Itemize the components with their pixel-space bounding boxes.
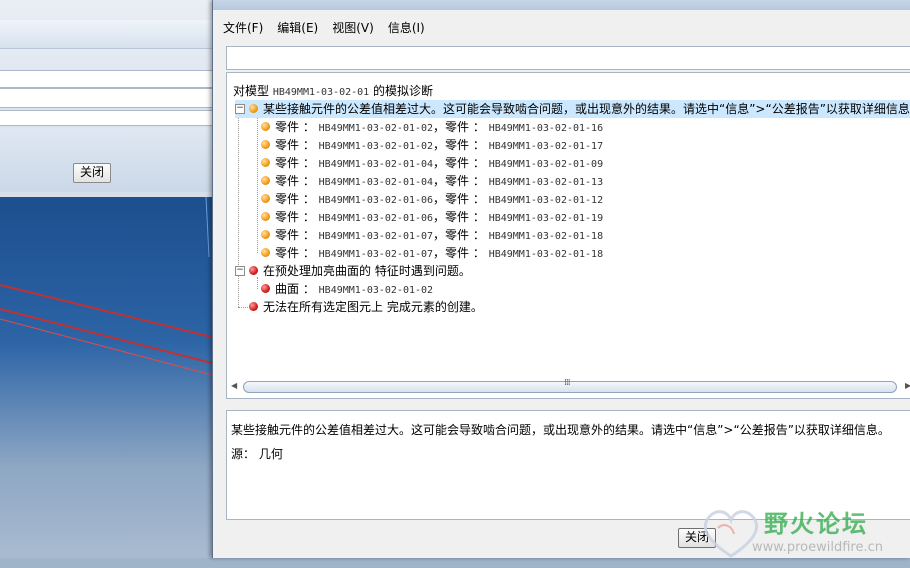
warning-icon — [261, 176, 270, 185]
dialog-body: 文件(F) 编辑(E) 视图(V) 信息(I) 对模型 HB49MM1-03-0… — [216, 10, 910, 558]
error-icon — [249, 266, 258, 275]
close-button[interactable]: 关闭 — [678, 528, 716, 548]
leaf-part-a: HB49MM1-03-02-01-04 — [318, 159, 434, 170]
leaf-part-a: HB49MM1-03-02-01-06 — [318, 195, 434, 206]
leaf-part-a: HB49MM1-03-02-01-02 — [318, 141, 434, 152]
leaf-prefix: 零件 ： — [275, 138, 315, 152]
menu-bar: 文件(F) 编辑(E) 视图(V) 信息(I) — [216, 16, 432, 40]
model-edge-blue — [205, 197, 210, 258]
menu-view[interactable]: 视图(V) — [325, 16, 381, 40]
error-icon — [261, 284, 270, 293]
tree-node-label: 无法在所有选定图元上 完成元素的创建。 — [263, 300, 483, 314]
background-field-2 — [0, 88, 212, 108]
menu-file[interactable]: 文件(F) — [216, 16, 270, 40]
model-edge-red-2 — [0, 308, 212, 364]
model-edge-red-1 — [0, 284, 212, 338]
tree-leaf-part-pair[interactable]: 零件 ： HB49MM1-03-02-01-06，零件 ： HB49MM1-03… — [261, 190, 603, 208]
dialog-titlebar[interactable] — [213, 0, 910, 10]
leaf-part-b: HB49MM1-03-02-01-18 — [488, 231, 604, 242]
diagnostics-tree[interactable]: 对模型 HB49MM1-03-02-01 的模拟诊断 − 某些接触元件的公差值相… — [226, 72, 910, 399]
leaf-part-b: HB49MM1-03-02-01-17 — [488, 141, 604, 152]
collapse-icon[interactable]: − — [235, 104, 245, 114]
leaf-separator: ，零件 ： — [433, 120, 485, 134]
tree-connector-group1 — [257, 115, 258, 253]
error-icon — [249, 302, 258, 311]
leaf-prefix: 零件 ： — [275, 210, 315, 224]
leaf-part-b: HB49MM1-03-02-01-16 — [488, 123, 604, 134]
background-field-1 — [0, 70, 212, 88]
tree-leaf-surface[interactable]: 曲面 ： HB49MM1-03-02-01-02 — [261, 280, 433, 298]
leaf-prefix: 零件 ： — [275, 228, 315, 242]
leaf-separator: ，零件 ： — [433, 156, 485, 170]
header-prefix: 对模型 — [233, 84, 270, 98]
leaf-part-b: HB49MM1-03-02-01-09 — [488, 159, 604, 170]
menu-info[interactable]: 信息(I) — [381, 16, 432, 40]
leaf-part-a: HB49MM1-03-02-01-07 — [318, 249, 434, 260]
warning-icon — [261, 122, 270, 131]
collapse-icon[interactable]: − — [235, 266, 245, 276]
leaf-surface-id: HB49MM1-03-02-01-02 — [318, 285, 434, 296]
model-viewport[interactable] — [0, 197, 212, 558]
warning-icon — [249, 104, 258, 113]
horizontal-scrollbar[interactable]: ◀ ⁞⁞⁞ ▶ — [229, 378, 910, 393]
leaf-prefix: 零件 ： — [275, 156, 315, 170]
leaf-prefix: 零件 ： — [275, 120, 315, 134]
leaf-part-b: HB49MM1-03-02-01-18 — [488, 249, 604, 260]
model-edge-red-3 — [0, 318, 212, 376]
leaf-prefix: 零件 ： — [275, 246, 315, 260]
tree-node-creation-error[interactable]: 无法在所有选定图元上 完成元素的创建。 — [249, 298, 483, 316]
tree-leaf-part-pair[interactable]: 零件 ： HB49MM1-03-02-01-07，零件 ： HB49MM1-03… — [261, 244, 603, 262]
leaf-part-a: HB49MM1-03-02-01-07 — [318, 231, 434, 242]
warning-icon — [261, 212, 270, 221]
tree-leaf-part-pair[interactable]: 零件 ： HB49MM1-03-02-01-02，零件 ： HB49MM1-03… — [261, 118, 603, 136]
leaf-part-a: HB49MM1-03-02-01-04 — [318, 177, 434, 188]
leaf-separator: ，零件 ： — [433, 138, 485, 152]
leaf-prefix: 零件 ： — [275, 192, 315, 206]
tree-leaf-part-pair[interactable]: 零件 ： HB49MM1-03-02-01-04，零件 ： HB49MM1-03… — [261, 172, 603, 190]
diagnostics-dialog: 文件(F) 编辑(E) 视图(V) 信息(I) 对模型 HB49MM1-03-0… — [212, 0, 910, 558]
scroll-right-icon[interactable]: ▶ — [905, 379, 910, 393]
tree-leaf-part-pair[interactable]: 零件 ： HB49MM1-03-02-01-04，零件 ： HB49MM1-03… — [261, 154, 603, 172]
leaf-separator: ，零件 ： — [433, 210, 485, 224]
background-close-button[interactable]: 关闭 — [73, 163, 111, 183]
detail-source: 源： 几何 — [231, 447, 283, 461]
header-suffix: 的模拟诊断 — [373, 84, 434, 98]
leaf-part-a: HB49MM1-03-02-01-02 — [318, 123, 434, 134]
scroll-left-icon[interactable]: ◀ — [231, 379, 237, 393]
leaf-part-a: HB49MM1-03-02-01-06 — [318, 213, 434, 224]
leaf-part-b: HB49MM1-03-02-01-12 — [488, 195, 604, 206]
leaf-separator: ，零件 ： — [433, 246, 485, 260]
tree-leaf-part-pair[interactable]: 零件 ： HB49MM1-03-02-01-07，零件 ： HB49MM1-03… — [261, 226, 603, 244]
toolbar-area — [226, 46, 910, 70]
warning-icon — [261, 158, 270, 167]
tree-connector-root — [238, 109, 239, 307]
leaf-prefix: 零件 ： — [275, 174, 315, 188]
tree-node-label: 在预处理加亮曲面的 特征时遇到问题。 — [263, 264, 471, 278]
leaf-part-b: HB49MM1-03-02-01-19 — [488, 213, 604, 224]
warning-icon — [261, 230, 270, 239]
leaf-prefix: 曲面 ： — [275, 282, 315, 296]
menu-edit[interactable]: 编辑(E) — [270, 16, 325, 40]
leaf-part-b: HB49MM1-03-02-01-13 — [488, 177, 604, 188]
tree-leaf-part-pair[interactable]: 零件 ： HB49MM1-03-02-01-06，零件 ： HB49MM1-03… — [261, 208, 603, 226]
warning-icon — [261, 248, 270, 257]
background-toolbar — [0, 20, 212, 49]
tree-leaf-part-pair[interactable]: 零件 ： HB49MM1-03-02-01-02，零件 ： HB49MM1-03… — [261, 136, 603, 154]
tree-node-tolerance-warning[interactable]: − 某些接触元件的公差值相差过大。这可能会导致啮合问题，或出现意外的结果。请选中… — [235, 100, 910, 118]
header-model-name: HB49MM1-03-02-01 — [272, 87, 370, 98]
tree-header: 对模型 HB49MM1-03-02-01 的模拟诊断 — [233, 82, 433, 99]
leaf-separator: ，零件 ： — [433, 174, 485, 188]
scroll-grip-icon: ⁞⁞⁞ — [564, 378, 571, 388]
scroll-thumb[interactable]: ⁞⁞⁞ — [243, 378, 897, 393]
leaf-separator: ，零件 ： — [433, 228, 485, 242]
tree-node-label: 某些接触元件的公差值相差过大。这可能会导致啮合问题，或出现意外的结果。请选中“信… — [263, 102, 910, 116]
warning-icon — [261, 194, 270, 203]
warning-icon — [261, 140, 270, 149]
leaf-separator: ，零件 ： — [433, 192, 485, 206]
watermark-url: www.proewildfire.cn — [752, 540, 883, 555]
detail-pane: 某些接触元件的公差值相差过大。这可能会导致啮合问题，或出现意外的结果。请选中“信… — [226, 410, 910, 520]
background-field-3 — [0, 110, 212, 126]
model-edges — [0, 197, 212, 376]
detail-message: 某些接触元件的公差值相差过大。这可能会导致啮合问题，或出现意外的结果。请选中“信… — [231, 423, 890, 437]
